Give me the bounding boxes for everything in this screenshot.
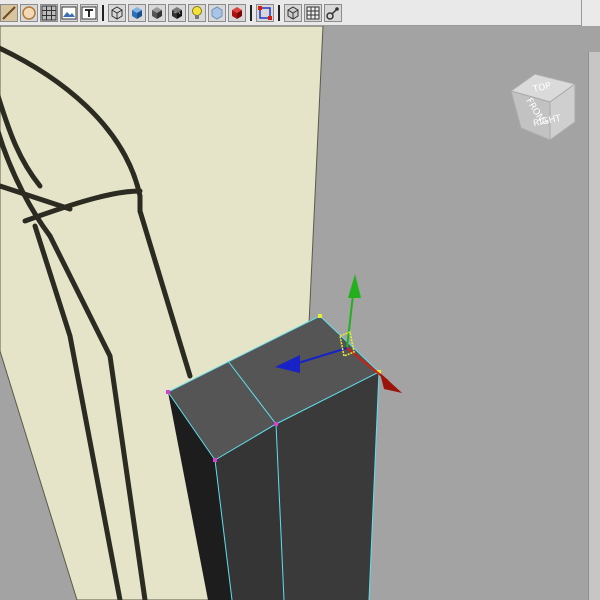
grid-button[interactable] (40, 3, 58, 22)
xray-cube-icon (211, 5, 223, 20)
3d-viewport[interactable]: TOP FRONT RIGHT (0, 26, 600, 600)
bounding-box-button[interactable] (284, 3, 302, 22)
textured-cube-icon (172, 6, 182, 19)
toolbar-edge (581, 0, 600, 26)
grid-icon (41, 5, 57, 20)
sphere-button[interactable] (20, 3, 38, 22)
flat-shade-button[interactable] (148, 3, 166, 22)
shaded-cube-icon (132, 6, 142, 19)
x-axis-arrow-side[interactable] (380, 373, 402, 393)
light-bulb-icon (192, 5, 202, 19)
view-cube[interactable]: TOP FRONT RIGHT (505, 66, 579, 144)
solid-cube-icon (152, 6, 162, 19)
red-cube-icon (232, 6, 242, 19)
frame-all-button[interactable] (304, 3, 322, 22)
red-display-button[interactable] (228, 3, 246, 22)
image-plane-button[interactable] (60, 3, 78, 22)
isolate-select-icon (258, 5, 272, 20)
sphere-icon (22, 5, 36, 20)
camera-tool-icon (326, 6, 339, 20)
smooth-shade-button[interactable] (128, 3, 146, 22)
toolbar-separator (100, 4, 106, 22)
lighting-button[interactable] (188, 3, 206, 22)
frame-all-icon (306, 6, 320, 19)
xray-button[interactable] (208, 3, 226, 22)
edge-display-button[interactable] (0, 3, 18, 22)
image-plane-icon (61, 6, 77, 19)
wireframe-button[interactable] (108, 3, 126, 22)
y-axis-arrow[interactable] (348, 274, 361, 298)
textured-button[interactable] (168, 3, 186, 22)
viewport-toolbar (0, 0, 600, 26)
viewport-right-frame (588, 52, 600, 600)
wireframe-cube-icon (111, 5, 123, 20)
text-button[interactable] (80, 3, 98, 22)
text-icon (81, 6, 97, 19)
bounding-box-icon (287, 5, 299, 20)
isolate-select-button[interactable] (256, 3, 274, 22)
toolbar-separator (276, 4, 282, 22)
edge-icon (1, 4, 17, 21)
camera-tool-button[interactable] (324, 3, 342, 22)
toolbar-separator (248, 4, 254, 22)
